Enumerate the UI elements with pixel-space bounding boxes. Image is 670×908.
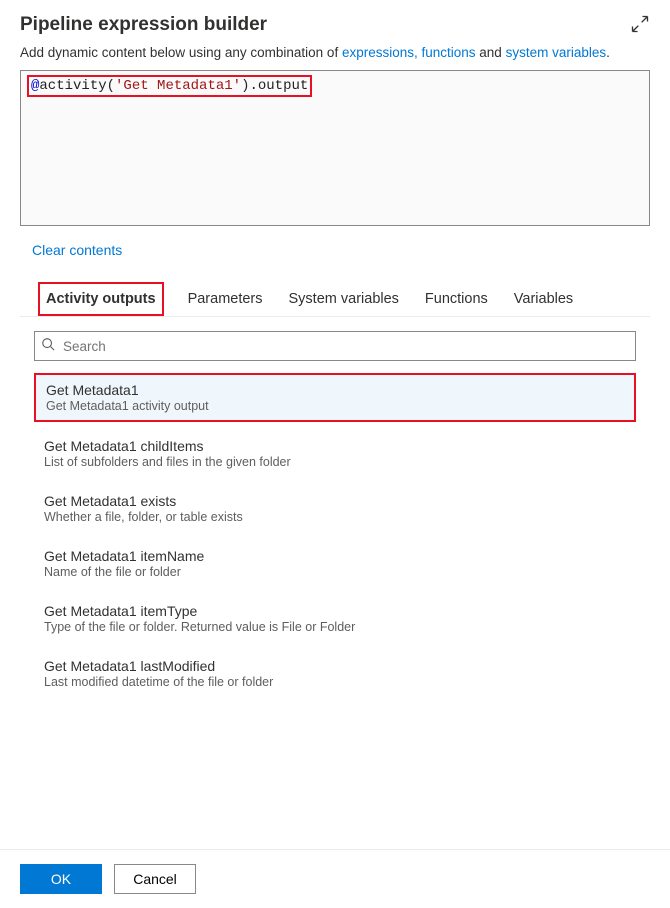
page-title: Pipeline expression builder [20,14,267,36]
list-item-desc: Whether a file, folder, or table exists [44,510,626,524]
search-box[interactable] [34,331,636,361]
clear-contents-link[interactable]: Clear contents [32,242,122,258]
tab-functions[interactable]: Functions [423,282,490,316]
list-item[interactable]: Get Metadata1 Get Metadata1 activity out… [34,373,636,422]
tab-system-variables[interactable]: System variables [287,282,401,316]
category-tabs: Activity outputs Parameters System varia… [20,282,650,317]
list-item-title: Get Metadata1 childItems [44,438,626,454]
tab-parameters[interactable]: Parameters [186,282,265,316]
footer-actions: OK Cancel [0,849,670,908]
subtitle-prefix: Add dynamic content below using any comb… [20,45,342,60]
token-output: output [258,78,308,94]
ok-button[interactable]: OK [20,864,102,894]
list-item-desc: Type of the file or folder. Returned val… [44,620,626,634]
list-item-title: Get Metadata1 exists [44,493,626,509]
cancel-button[interactable]: Cancel [114,864,196,894]
subtitle-suffix: . [606,45,610,60]
list-item-title: Get Metadata1 itemName [44,548,626,564]
list-item-desc: Last modified datetime of the file or fo… [44,675,626,689]
activity-output-list: Get Metadata1 Get Metadata1 activity out… [0,369,670,697]
list-item-desc: List of subfolders and files in the give… [44,455,626,469]
list-item-title: Get Metadata1 lastModified [44,658,626,674]
list-item[interactable]: Get Metadata1 itemName Name of the file … [34,540,636,587]
subtitle-text: Add dynamic content below using any comb… [0,43,670,70]
list-item-title: Get Metadata1 [46,382,624,398]
list-item[interactable]: Get Metadata1 childItems List of subfold… [34,430,636,477]
search-input[interactable] [61,338,629,355]
tab-activity-outputs[interactable]: Activity outputs [38,282,164,316]
expression-editor[interactable]: @activity('Get Metadata1').output [20,70,650,226]
search-icon [41,337,55,356]
link-expressions-functions[interactable]: expressions, functions [342,45,476,60]
list-item[interactable]: Get Metadata1 exists Whether a file, fol… [34,485,636,532]
expression-highlight: @activity('Get Metadata1').output [27,75,312,97]
list-item-desc: Name of the file or folder [44,565,626,579]
list-item[interactable]: Get Metadata1 lastModified Last modified… [34,650,636,697]
subtitle-mid: and [476,45,506,60]
token-string: 'Get Metadata1' [115,78,241,94]
expand-icon[interactable] [630,14,650,39]
link-system-variables[interactable]: system variables [506,45,607,60]
token-fn: activity( [39,78,115,94]
list-item-title: Get Metadata1 itemType [44,603,626,619]
token-dot: . [249,78,257,94]
list-item-desc: Get Metadata1 activity output [46,399,624,413]
tab-variables[interactable]: Variables [512,282,575,316]
list-item[interactable]: Get Metadata1 itemType Type of the file … [34,595,636,642]
